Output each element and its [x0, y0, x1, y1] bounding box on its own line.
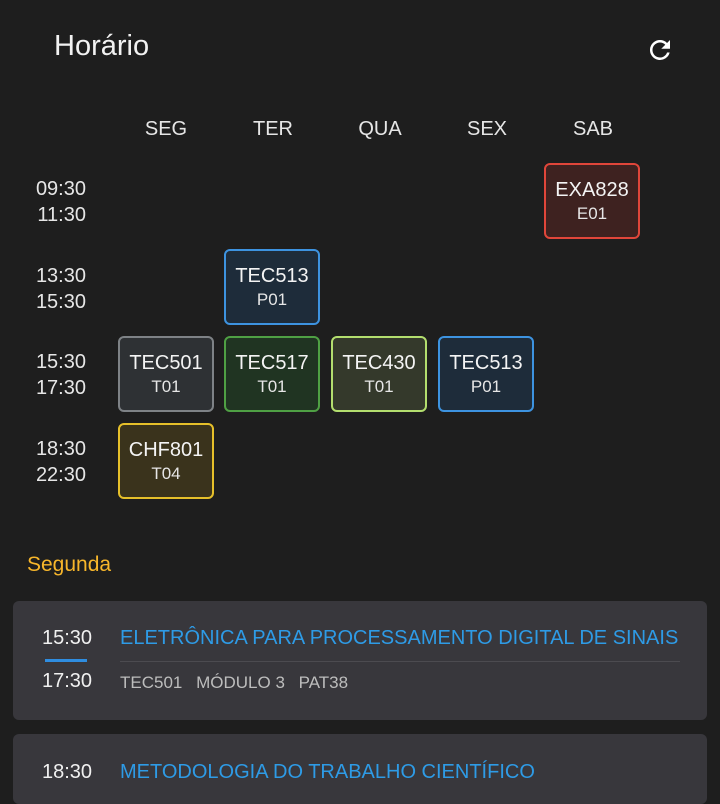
- agenda-course-name: ELETRÔNICA PARA PROCESSAMENTO DIGITAL DE…: [120, 627, 679, 649]
- time-end: 15:30: [35, 291, 86, 313]
- refresh-icon: [649, 39, 670, 60]
- day-header-sab: SAB: [572, 118, 614, 140]
- day-header-seg: SEG: [144, 118, 188, 140]
- agenda-course-name: METODOLOGIA DO TRABALHO CIENTÍFICO: [120, 761, 535, 783]
- class-cell-tec430[interactable]: TEC430 T01: [331, 336, 427, 412]
- class-cell-exa828[interactable]: EXA828 E01: [544, 163, 640, 239]
- refresh-button[interactable]: [640, 30, 680, 70]
- page-title: Horário: [54, 30, 150, 62]
- agenda-start-time: 15:30: [42, 627, 93, 649]
- class-turma: P01: [470, 376, 502, 396]
- time-end: 11:30: [37, 204, 86, 226]
- agenda-card[interactable]: 15:30 17:30 ELETRÔNICA PARA PROCESSAMENT…: [13, 601, 707, 720]
- time-end: 22:30: [35, 464, 86, 486]
- time-start: 18:30: [35, 438, 86, 460]
- agenda-end-time: 17:30: [42, 670, 93, 692]
- class-turma: T01: [151, 376, 181, 396]
- time-start: 13:30: [35, 265, 86, 287]
- agenda-start-time: 18:30: [42, 761, 93, 783]
- time-start: 09:30: [35, 178, 86, 200]
- divider: [120, 661, 680, 662]
- class-cell-chf801[interactable]: CHF801 T04: [118, 423, 214, 499]
- day-header-ter: TER: [253, 118, 293, 140]
- class-code: TEC430: [342, 351, 416, 374]
- agenda-card[interactable]: 18:30 METODOLOGIA DO TRABALHO CIENTÍFICO: [13, 734, 707, 804]
- class-turma: T04: [151, 463, 181, 483]
- class-code: TEC513: [449, 351, 523, 374]
- class-turma: T01: [364, 376, 394, 396]
- class-cell-tec501[interactable]: TEC501 T01: [118, 336, 214, 412]
- time-start: 15:30: [35, 351, 86, 373]
- agenda-module: MÓDULO 3: [196, 673, 285, 692]
- class-cell-tec513-sex[interactable]: TEC513 P01: [438, 336, 534, 412]
- class-cell-tec513[interactable]: TEC513 P01: [224, 249, 320, 325]
- agenda-meta: TEC501 MÓDULO 3 PAT38: [120, 673, 357, 693]
- class-turma: T01: [257, 376, 287, 396]
- class-cell-tec517[interactable]: TEC517 T01: [224, 336, 320, 412]
- class-turma: P01: [256, 289, 288, 309]
- time-slot: 13:30 15:30: [0, 263, 86, 315]
- time-end: 17:30: [35, 377, 86, 399]
- class-turma: E01: [576, 203, 608, 223]
- class-code: TEC501: [129, 351, 203, 374]
- class-code: TEC513: [235, 264, 309, 287]
- agenda-course-code: TEC501: [120, 673, 183, 692]
- section-title: Segunda: [27, 553, 112, 576]
- day-header-qua: QUA: [358, 118, 402, 140]
- time-slot: 18:30 22:30: [0, 436, 86, 488]
- time-divider-bar: [45, 659, 87, 662]
- time-slot: 15:30 17:30: [0, 349, 86, 401]
- agenda-room: PAT38: [298, 673, 349, 692]
- day-header-sex: SEX: [466, 118, 508, 140]
- time-slot: 09:30 11:30: [0, 176, 86, 228]
- class-code: CHF801: [128, 438, 204, 461]
- class-code: EXA828: [555, 178, 629, 201]
- class-code: TEC517: [235, 351, 309, 374]
